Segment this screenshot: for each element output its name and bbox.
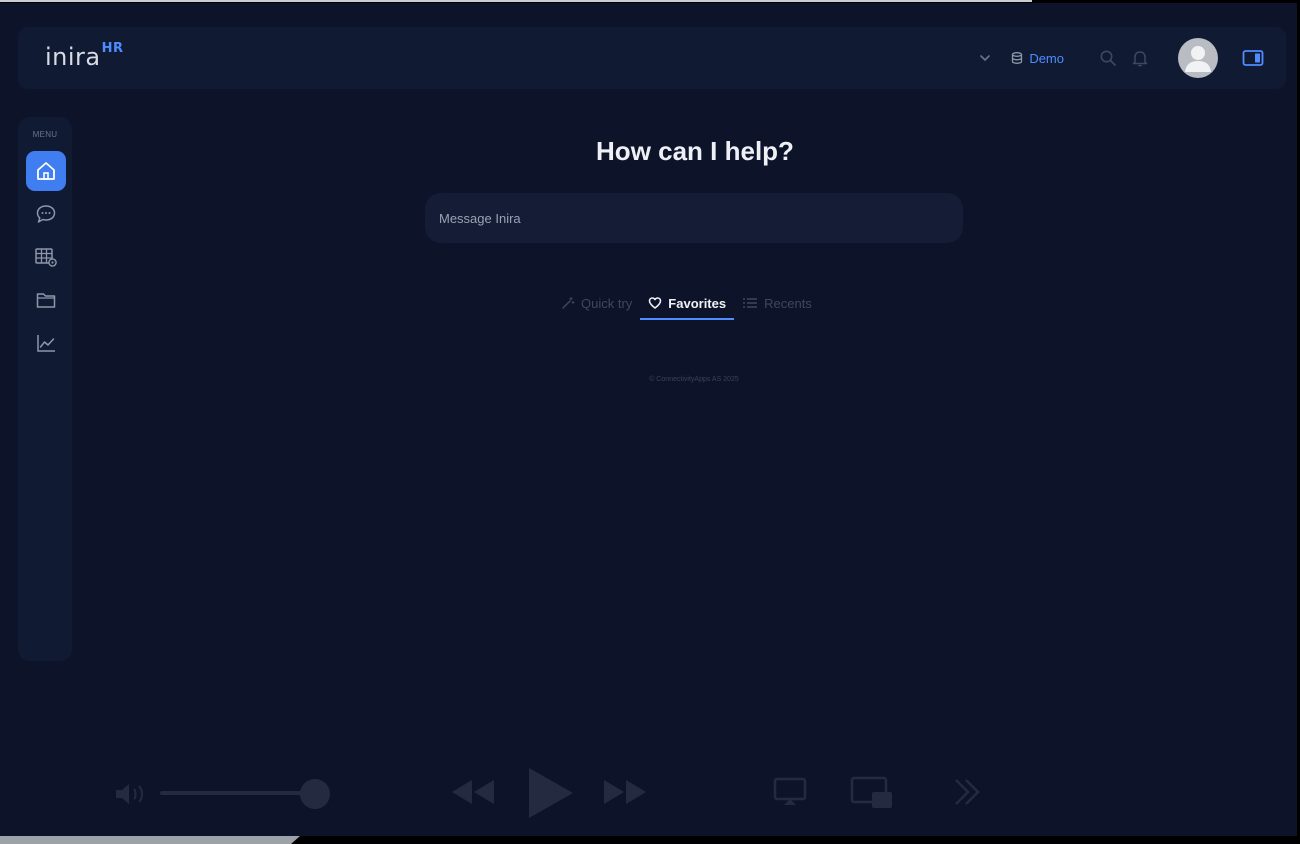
bottom-strip [0,836,1300,844]
cast-icon[interactable] [772,776,808,808]
volume-icon[interactable] [113,780,149,808]
chevron-down-icon[interactable] [978,51,992,65]
play-icon[interactable] [525,766,575,820]
tab-label: Recents [764,295,812,311]
top-loading-bar [0,0,1032,2]
logo-superscript: HR [101,41,124,56]
search-icon[interactable] [1098,48,1118,68]
tab-label: Favorites [668,295,727,311]
home-icon [37,162,55,180]
suggestion-tabs: Quick try Favorites Recents [553,291,820,321]
page-title: How can I help? [596,136,794,166]
tab-label: Quick try [581,295,633,311]
bell-icon[interactable] [1130,48,1150,68]
list-icon [743,298,758,308]
sidebar-item-tables[interactable] [26,237,66,277]
sidebar-item-chat[interactable] [26,194,66,234]
wand-icon [562,296,575,309]
sidebar-panel-icon[interactable] [1242,49,1264,67]
chat-bubble-icon [36,205,56,223]
message-input[interactable] [425,193,963,243]
playback-progress-bar[interactable] [0,836,300,844]
next-icon[interactable] [950,776,984,808]
logo-text: inira [45,43,101,71]
user-icon [1185,46,1211,72]
heart-icon [648,297,662,309]
workspace-switcher[interactable]: Demo [1010,51,1064,66]
tab-quick-try[interactable]: Quick try [553,291,640,315]
fast-forward-icon[interactable] [602,776,648,808]
folder-icon [36,293,56,308]
top-header: iniraHR Demo [18,27,1286,89]
copyright-text: © ConnectivityApps AS 2025 [649,376,739,383]
header-actions: Demo [978,37,1264,79]
sidebar-item-analytics[interactable] [26,323,66,363]
volume-slider-knob[interactable] [300,779,330,809]
sidebar-item-folder[interactable] [26,280,66,320]
app-window: iniraHR Demo MENU How can I help? Messag… [0,3,1297,836]
volume-slider[interactable] [160,791,310,795]
picture-in-picture-icon[interactable] [850,776,894,810]
line-chart-icon [37,335,55,352]
app-logo[interactable]: iniraHR [45,41,124,71]
video-player-controls [0,758,1297,828]
table-settings-icon [35,248,57,267]
left-sidebar: MENU [18,117,72,661]
user-avatar[interactable] [1178,38,1218,78]
rewind-icon[interactable] [450,776,496,808]
tab-recents[interactable]: Recents [734,291,820,315]
tab-favorites[interactable]: Favorites [640,291,734,320]
database-icon [1012,52,1023,64]
sidebar-item-home[interactable] [26,151,66,191]
menu-title: MENU [32,130,58,139]
workspace-label: Demo [1029,50,1064,66]
